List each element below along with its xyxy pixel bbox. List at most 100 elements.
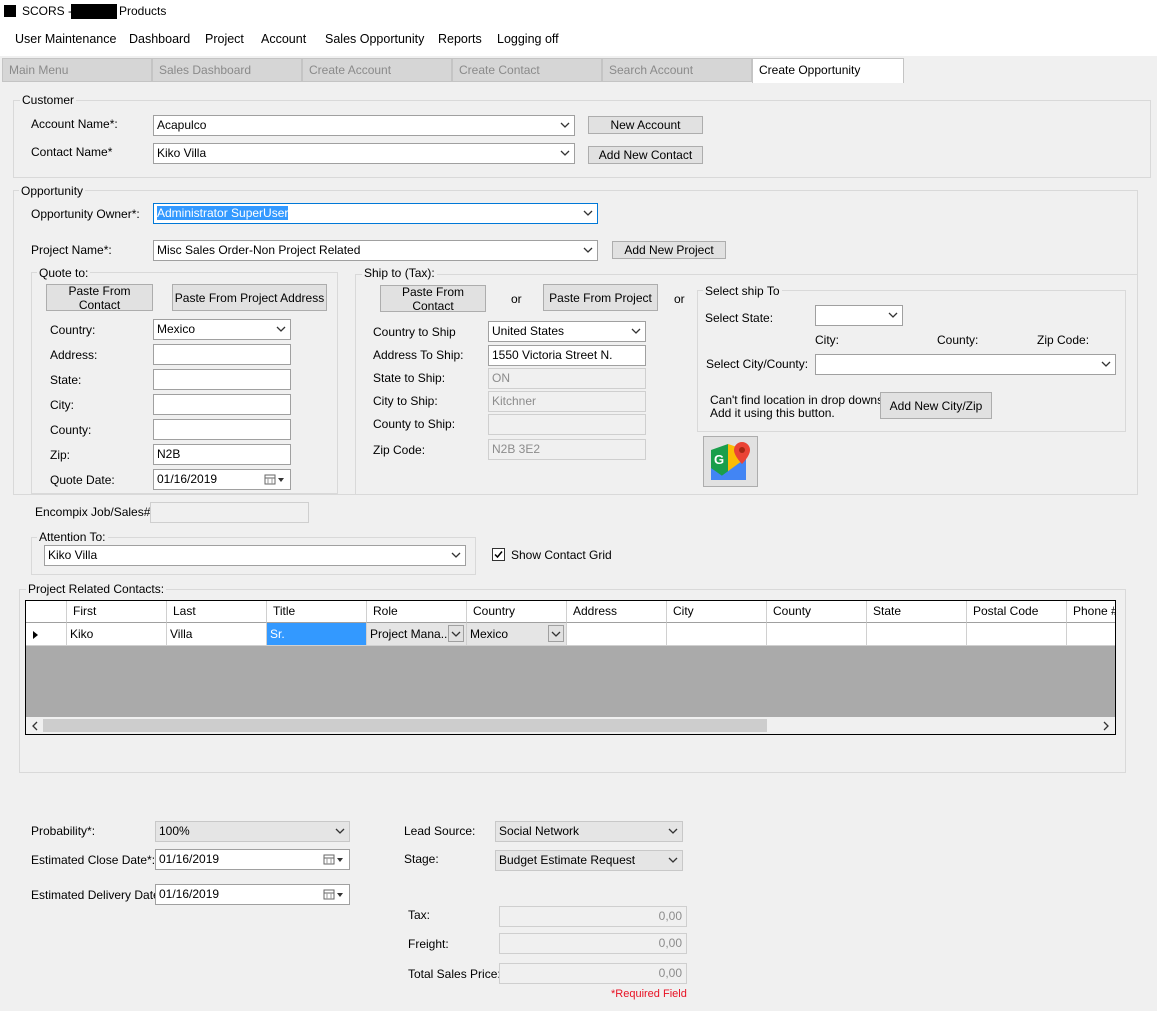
select-ship-to-group-label: Select ship To [703,284,782,298]
menu-account[interactable]: Account [261,32,306,46]
new-account-button[interactable]: New Account [588,116,703,134]
calendar-dropdown-icon[interactable] [264,474,286,485]
account-name-combo[interactable]: Acapulco [153,115,575,136]
cell-role-value: Project Mana... [370,627,451,641]
menu-reports[interactable]: Reports [438,32,482,46]
cell-postal-code[interactable] [967,623,1067,646]
quote-date-picker[interactable]: 01/16/2019 [153,469,291,490]
scroll-right-icon[interactable] [1102,721,1110,731]
contact-name-combo[interactable]: Kiko Villa [153,143,575,164]
tab-search-account[interactable]: Search Account [602,58,752,82]
city-to-ship-value: Kitchner [492,394,537,408]
total-sales-price-label: Total Sales Price: [408,967,501,981]
calendar-dropdown-icon[interactable] [323,854,345,865]
row-selector[interactable] [26,623,67,646]
menu-user-maintenance[interactable]: User Maintenance [15,32,116,46]
column-header-postal-code[interactable]: Postal Code [967,601,1067,623]
country-to-ship-label: Country to Ship [373,325,456,339]
menu-project[interactable]: Project [205,32,244,46]
quote-to-group-label: Quote to: [37,266,91,280]
quote-country-combo[interactable]: Mexico [153,319,291,340]
quote-state-input[interactable] [153,369,291,390]
cell-last[interactable]: Villa [167,623,267,646]
cell-first[interactable]: Kiko [67,623,167,646]
cell-country[interactable]: Mexico [467,623,567,646]
app-icon [4,5,16,17]
horizontal-scrollbar[interactable] [26,717,1115,734]
lead-source-combo[interactable]: Social Network [495,821,683,842]
freight-input: 0,00 [499,933,687,954]
cell-city[interactable] [667,623,767,646]
column-header-first[interactable]: First [67,601,167,623]
estimated-delivery-date-value: 01/16/2019 [159,887,220,901]
select-state-combo[interactable] [815,305,903,326]
redacted-block [71,4,117,19]
quote-address-input[interactable] [153,344,291,365]
google-maps-button[interactable]: G [703,436,758,487]
project-name-combo[interactable]: Misc Sales Order-Non Project Related [153,240,598,261]
cell-phone[interactable] [1067,623,1115,646]
add-new-city-zip-button[interactable]: Add New City/Zip [880,392,992,419]
calendar-dropdown-icon[interactable] [323,889,345,900]
column-header-county[interactable]: County [767,601,867,623]
column-header-title[interactable]: Title [267,601,367,623]
cell-role[interactable]: Project Mana... [367,623,467,646]
column-header-phone[interactable]: Phone # [1067,601,1115,623]
country-to-ship-combo[interactable]: United States [488,321,646,342]
tab-create-account[interactable]: Create Account [302,58,452,82]
quote-county-input[interactable] [153,419,291,440]
customer-group [13,100,1151,178]
role-dropdown-button[interactable] [448,625,464,642]
attention-to-combo[interactable]: Kiko Villa [44,545,466,566]
tab-create-opportunity[interactable]: Create Opportunity [752,58,904,83]
menu-sales-opportunity[interactable]: Sales Opportunity [325,32,424,46]
tax-value: 0,00 [658,909,682,923]
add-new-contact-button[interactable]: Add New Contact [588,146,703,164]
quote-zip-input[interactable]: N2B [153,444,291,465]
estimated-delivery-date-picker[interactable]: 01/16/2019 [155,884,350,905]
address-to-ship-value: 1550 Victoria Street N. [492,348,613,362]
county-to-ship-label: County to Ship: [373,417,456,431]
tax-label: Tax: [408,908,431,922]
column-header-state[interactable]: State [867,601,967,623]
cell-address[interactable] [567,623,667,646]
tab-main-menu[interactable]: Main Menu [2,58,152,82]
column-header-last[interactable]: Last [167,601,267,623]
cell-county[interactable] [767,623,867,646]
column-header-address[interactable]: Address [567,601,667,623]
cell-state[interactable] [867,623,967,646]
probability-combo[interactable]: 100% [155,821,350,842]
quote-paste-from-project-address-button[interactable]: Paste From Project Address [172,284,327,311]
column-header-country[interactable]: Country [467,601,567,623]
address-to-ship-input[interactable]: 1550 Victoria Street N. [488,345,646,366]
or-separator: or [511,292,522,306]
stage-label: Stage: [404,852,439,866]
show-contact-grid-checkbox[interactable] [492,548,505,561]
encompix-job-label: Encompix Job/Sales#: [35,505,154,519]
scroll-left-icon[interactable] [31,721,39,731]
estimated-close-date-picker[interactable]: 01/16/2019 [155,849,350,870]
ship-paste-from-project-button[interactable]: Paste From Project [543,284,658,311]
tax-input: 0,00 [499,906,687,927]
country-dropdown-button[interactable] [548,625,564,642]
quote-paste-from-contact-button[interactable]: Paste From Contact [46,284,153,312]
opportunity-owner-value: Administrator SuperUser [157,206,289,220]
lead-source-label: Lead Source: [404,824,476,838]
tab-create-contact[interactable]: Create Contact [452,58,602,82]
tab-sales-dashboard[interactable]: Sales Dashboard [152,58,302,82]
ship-paste-from-contact-button[interactable]: Paste From Contact [380,285,486,313]
cell-title[interactable]: Sr. [267,623,367,646]
state-to-ship-label: State to Ship: [373,371,446,385]
column-header-role[interactable]: Role [367,601,467,623]
menu-logging-off[interactable]: Logging off [497,32,559,46]
quote-county-label: County: [50,423,92,437]
column-header-city[interactable]: City [667,601,767,623]
select-city-county-combo[interactable] [815,354,1116,375]
stage-combo[interactable]: Budget Estimate Request [495,850,683,871]
opportunity-owner-combo[interactable]: Administrator SuperUser [153,203,598,224]
add-new-project-button[interactable]: Add New Project [612,241,726,259]
estimated-delivery-date-label: Estimated Delivery Date*: [31,888,168,902]
quote-city-input[interactable] [153,394,291,415]
scrollbar-thumb[interactable] [43,719,767,732]
menu-dashboard[interactable]: Dashboard [129,32,190,46]
